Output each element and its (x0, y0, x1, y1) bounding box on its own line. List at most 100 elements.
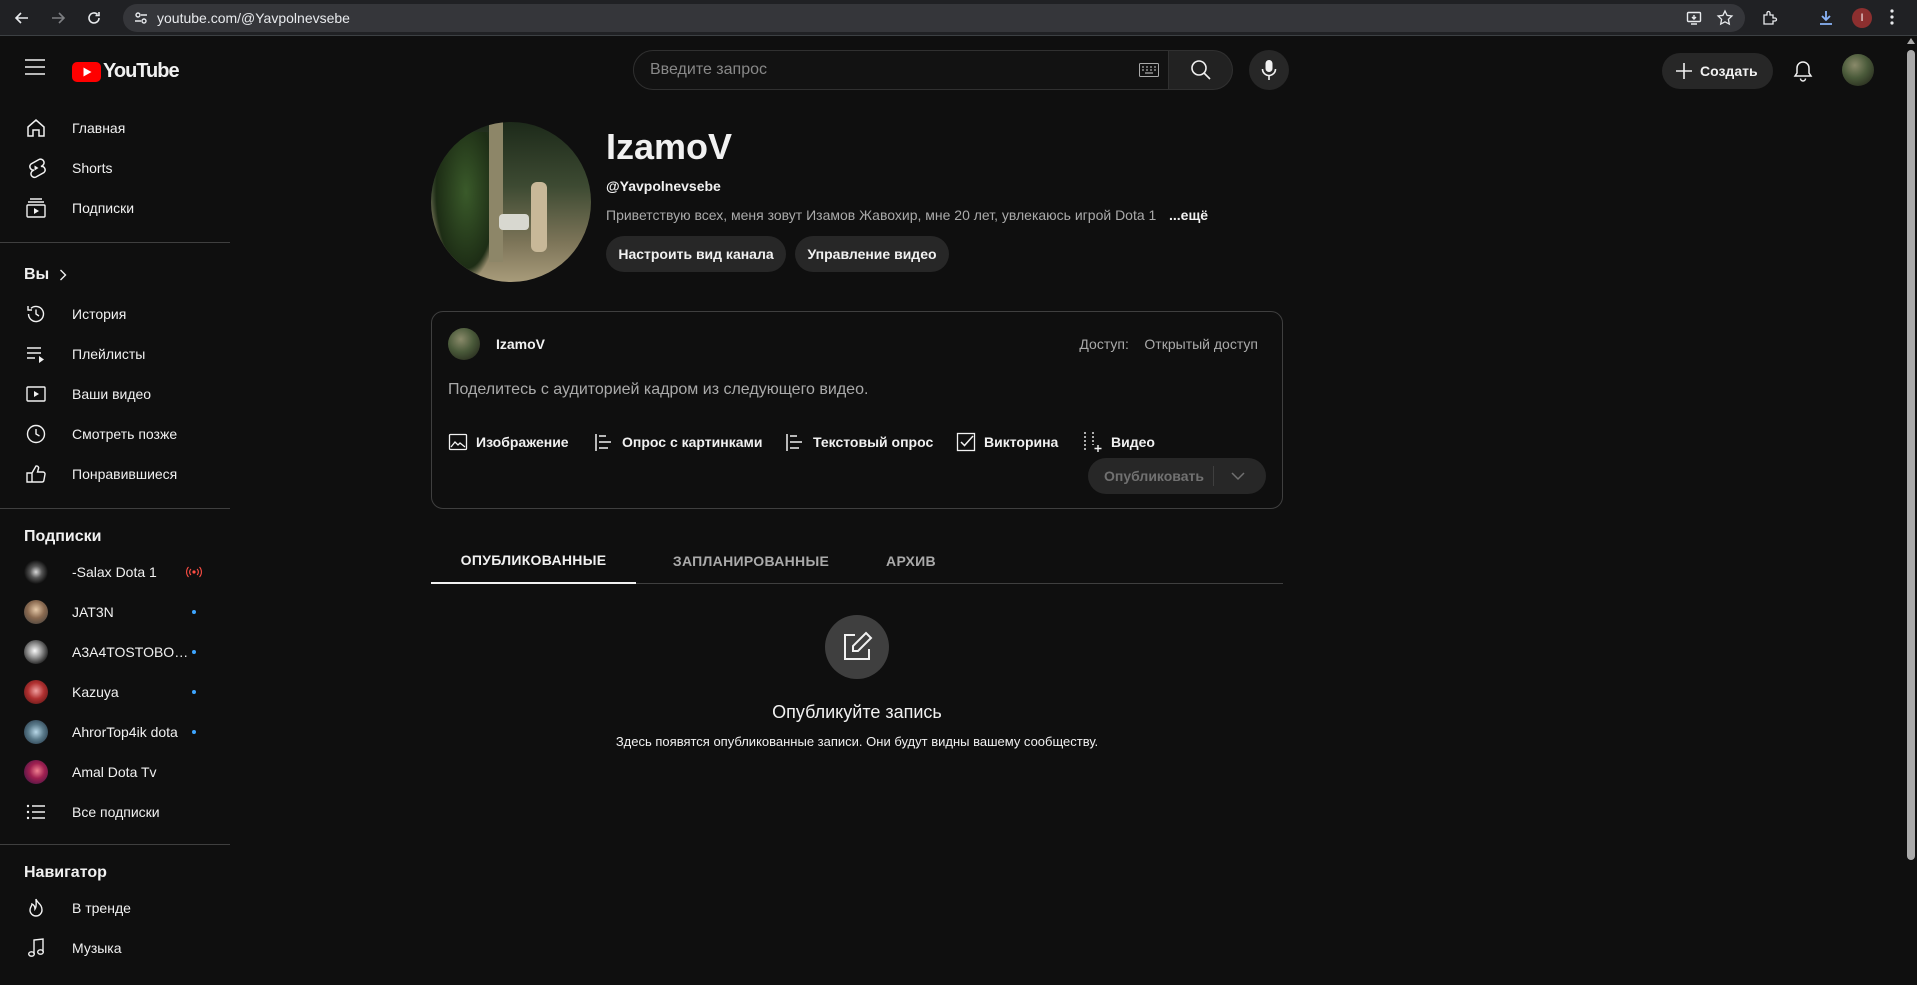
logo-text: YouTube (103, 60, 180, 82)
youtube-logo[interactable]: YouTube (72, 60, 180, 83)
image-icon (448, 433, 468, 451)
url-text: youtube.com/@Yavpolnevsebe (157, 10, 350, 26)
sidebar-subscriptions-heading: Подписки (24, 528, 102, 545)
post-tool-image[interactable]: Изображение (448, 430, 569, 454)
sidebar-item-shorts[interactable]: Shorts (12, 148, 216, 188)
sidebar-subscription-item[interactable]: JAT3N (12, 592, 216, 632)
publish-button[interactable]: Опубликовать (1088, 458, 1266, 494)
microphone-icon (1261, 60, 1277, 80)
channel-avatar (24, 760, 48, 784)
sidebar-item-playlists[interactable]: Плейлисты (12, 334, 216, 374)
sidebar-you-heading[interactable]: Вы (24, 266, 67, 284)
channel-avatar (24, 680, 48, 704)
empty-state-title: Опубликуйте запись (772, 702, 942, 722)
sidebar-subscription-item[interactable]: A3A4TOSTOBOY... (12, 632, 216, 672)
trending-icon (24, 896, 48, 920)
channel-avatar-large[interactable] (431, 122, 591, 282)
sidebar-subscription-item[interactable]: Kazuya (12, 672, 216, 712)
video-icon (1084, 432, 1102, 452)
scroll-up-arrow-icon[interactable] (1907, 38, 1915, 44)
plus-icon (1676, 63, 1692, 79)
sidebar: Главная Shorts Подписки Вы История Плейл… (0, 104, 230, 985)
notifications-button[interactable] (1785, 53, 1821, 89)
list-icon (24, 800, 48, 824)
channel-avatar (24, 600, 48, 624)
menu-icon[interactable] (24, 58, 46, 76)
avatar-pillar-shape (489, 122, 503, 262)
page-scrollbar[interactable] (1905, 36, 1917, 985)
edit-icon (844, 631, 873, 660)
chevron-down-icon[interactable] (1226, 464, 1250, 488)
sidebar-item-liked[interactable]: Понравившиеся (12, 454, 216, 494)
new-content-dot (192, 650, 196, 654)
sidebar-divider (0, 508, 230, 509)
sidebar-item-history[interactable]: История (12, 294, 216, 334)
home-icon (24, 116, 48, 140)
reload-icon (88, 12, 100, 24)
tab-published[interactable]: ОПУБЛИКОВАННЫЕ (431, 538, 636, 584)
sidebar-item-all-subscriptions[interactable]: Все подписки (12, 792, 216, 832)
search-button[interactable] (1169, 50, 1233, 90)
sidebar-item-trending[interactable]: В тренде (12, 888, 216, 928)
sidebar-item-your-videos[interactable]: Ваши видео (12, 374, 216, 414)
post-composer: IzamoV Доступ: Открытый доступ Поделитес… (431, 311, 1283, 509)
author-avatar (448, 328, 480, 360)
sidebar-item-home[interactable]: Главная (12, 108, 216, 148)
sidebar-explore-heading: Навигатор (24, 864, 107, 881)
forward-arrow-icon (52, 12, 66, 24)
back-arrow-icon (14, 12, 28, 24)
sidebar-subscription-item[interactable]: -Salax Dota 1 (12, 552, 216, 592)
new-content-dot (192, 730, 196, 734)
visibility-selector[interactable]: Доступ: Открытый доступ (1079, 336, 1258, 352)
site-settings-icon[interactable] (133, 10, 149, 26)
manage-videos-button[interactable]: Управление видео (795, 236, 949, 272)
sidebar-divider (0, 242, 230, 243)
channel-description[interactable]: Приветствую всех, меня зовут Изамов Жаво… (606, 207, 1166, 223)
address-bar[interactable]: youtube.com/@Yavpolnevsebe (123, 4, 1745, 32)
live-icon (186, 566, 202, 578)
avatar-person-shape (531, 182, 547, 252)
description-more-link[interactable]: ...ещё (1169, 207, 1208, 223)
shorts-icon (24, 156, 48, 180)
back-button[interactable] (10, 6, 34, 30)
sidebar-subscription-item[interactable]: AhrorTop4ik dota (12, 712, 216, 752)
sidebar-item-watch-later[interactable]: Смотреть позже (12, 414, 216, 454)
post-tool-text-poll[interactable]: Текстовый опрос (785, 430, 933, 454)
post-author-name: IzamoV (496, 336, 546, 352)
post-tool-quiz[interactable]: Викторина (956, 430, 1058, 454)
downloads-icon[interactable] (1816, 8, 1836, 28)
sidebar-item-music[interactable]: Музыка (12, 928, 216, 968)
tab-archive[interactable]: АРХИВ (861, 538, 961, 584)
subscriptions-icon (24, 196, 48, 220)
search-input[interactable] (650, 51, 1100, 89)
browser-menu-icon[interactable] (1890, 8, 1894, 26)
profile-avatar[interactable]: I (1852, 8, 1872, 28)
install-app-icon[interactable] (1686, 10, 1702, 26)
sidebar-subscription-item[interactable]: Amal Dota Tv (12, 752, 216, 792)
post-tool-image-poll[interactable]: Опрос с картинками (594, 430, 762, 454)
sidebar-divider (0, 844, 230, 845)
avatar-car-shape (499, 214, 529, 230)
customize-channel-button[interactable]: Настроить вид канала (606, 236, 786, 272)
channel-handle: @Yavpolnevsebe (606, 178, 721, 194)
post-tool-video[interactable]: Видео (1083, 430, 1155, 454)
your-videos-icon (24, 382, 48, 406)
playlists-icon (24, 342, 48, 366)
create-button[interactable]: Создать (1662, 53, 1773, 89)
tab-scheduled[interactable]: ЗАПЛАНИРОВАННЫЕ (651, 538, 851, 584)
quiz-icon (956, 432, 976, 452)
sidebar-item-subscriptions[interactable]: Подписки (12, 188, 216, 228)
music-icon (24, 936, 48, 960)
scrollbar-thumb[interactable] (1907, 50, 1915, 860)
chevron-right-icon (60, 269, 67, 281)
voice-search-button[interactable] (1249, 50, 1289, 90)
extensions-icon[interactable] (1761, 9, 1779, 27)
account-avatar[interactable] (1842, 54, 1874, 86)
create-label: Создать (1700, 63, 1758, 79)
keyboard-icon[interactable] (1139, 63, 1159, 77)
bookmark-star-icon[interactable] (1716, 9, 1734, 27)
forward-button[interactable] (46, 6, 70, 30)
reload-button[interactable] (82, 6, 106, 30)
bell-icon (1793, 61, 1813, 82)
post-text-input[interactable]: Поделитесь с аудиторией кадром из следую… (448, 381, 868, 399)
